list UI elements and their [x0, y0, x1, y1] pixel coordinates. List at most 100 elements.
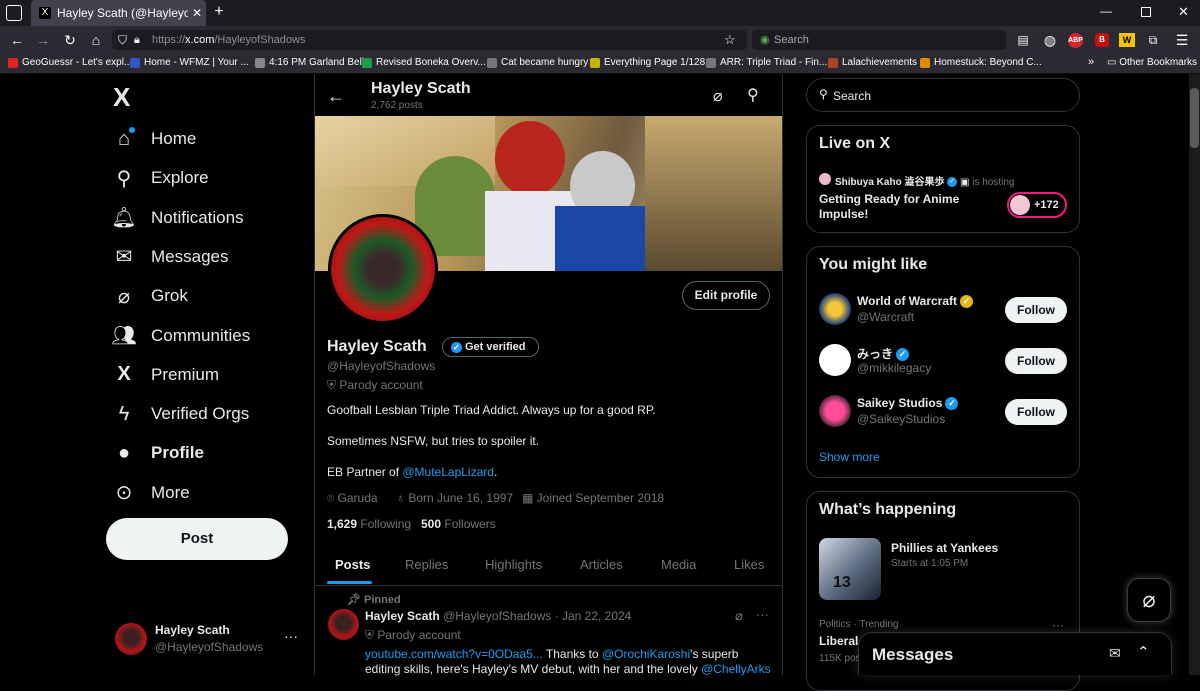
post-grok-icon[interactable]: ⌀ — [735, 608, 743, 624]
post-button[interactable]: Post — [106, 518, 288, 560]
bookmark-item[interactable]: 4:16 PM Garland Bell — [255, 57, 364, 68]
new-message-icon[interactable]: ✉ — [1109, 645, 1121, 662]
mention-link-2[interactable]: @ChellyArks — [701, 662, 771, 676]
search-icon[interactable]: ⚲ — [747, 85, 759, 105]
suggestion-avatar[interactable] — [819, 293, 851, 325]
app-menu-icon[interactable]: ☰ — [1172, 30, 1192, 50]
tab-list-icon[interactable] — [6, 5, 22, 21]
nav-item-grok[interactable]: ⌀ Grok — [110, 276, 188, 316]
bookmark-item[interactable]: ARR: Triple Triad - Fin... — [706, 57, 827, 68]
post-author-name[interactable]: Hayley Scath — [365, 609, 440, 623]
grok-floating-button[interactable]: ⌀ — [1127, 578, 1171, 622]
trend-title[interactable]: Phillies at Yankees — [891, 541, 998, 555]
minimize-window-icon[interactable]: — — [1100, 4, 1112, 18]
mention-link[interactable]: @OrochiKaroshi — [602, 647, 690, 661]
nav-item-communities[interactable]: 👥︎ Communities — [110, 316, 250, 356]
following-link[interactable]: 1,629 Following — [327, 517, 411, 531]
restore-window-icon[interactable] — [1141, 7, 1151, 17]
close-window-icon[interactable]: ✕ — [1178, 4, 1189, 20]
bookmark-item[interactable]: Cat became hungry — [487, 57, 588, 68]
bookmark-item[interactable]: Everything Page 1/128 — [590, 57, 705, 68]
scrollbar-thumb[interactable] — [1190, 88, 1199, 148]
lock-icon[interactable]: 🔒︎ — [134, 30, 140, 50]
bookmark-item[interactable]: GeoGuessr - Let's expl... — [8, 57, 132, 68]
tab-likes[interactable]: Likes — [734, 557, 764, 572]
nav-item-premium[interactable]: X Premium — [110, 355, 219, 395]
nav-item-explore[interactable]: ⚲ Explore — [110, 158, 209, 198]
account-avatar[interactable] — [115, 623, 147, 655]
follow-button[interactable]: Follow — [1005, 297, 1067, 323]
tab-media[interactable]: Media — [661, 557, 696, 572]
back-arrow-icon[interactable]: ← — [7, 30, 27, 50]
other-bookmarks[interactable]: ▭ Other Bookmarks — [1107, 57, 1197, 68]
live-listeners-pill[interactable]: +172 — [1007, 192, 1067, 218]
x-logo-icon[interactable]: X — [113, 82, 130, 113]
profile-avatar[interactable] — [328, 214, 438, 324]
bell-icon: 🔔︎ — [111, 207, 137, 230]
follow-button[interactable]: Follow — [1005, 348, 1067, 374]
extensions-puzzle-icon[interactable]: ⧉ — [1143, 30, 1163, 50]
nav-item-verified-orgs[interactable]: ϟ Verified Orgs — [110, 394, 250, 434]
url-bar[interactable]: ⛉ 🔒︎ https://x.com/HayleyofShadows ☆ — [112, 30, 747, 50]
verified-badge-icon: ✓ — [896, 348, 910, 362]
extension-w-icon[interactable]: W — [1119, 33, 1135, 47]
back-arrow-icon[interactable]: ← — [327, 86, 345, 107]
bookmark-item[interactable]: Homestuck: Beyond C... — [920, 57, 1042, 68]
show-more-link[interactable]: Show more — [819, 450, 880, 464]
reload-icon[interactable]: ↻ — [60, 30, 80, 50]
trend-image[interactable]: 13 — [819, 538, 881, 600]
bookmark-star-icon[interactable]: ☆ — [724, 30, 736, 50]
search-input[interactable]: ⚲ Search — [806, 78, 1080, 112]
follow-button[interactable]: Follow — [1005, 399, 1067, 425]
live-host-avatar[interactable] — [819, 173, 831, 185]
close-tab-icon[interactable]: ✕ — [188, 6, 206, 20]
partner-mention-link[interactable]: @MuteLapLizard — [402, 465, 494, 479]
extension-b-icon[interactable]: B — [1095, 33, 1109, 47]
home-button-icon[interactable]: ⌂ — [86, 30, 106, 50]
forward-arrow-icon[interactable]: → — [33, 30, 53, 50]
page-scrollbar[interactable] — [1189, 74, 1200, 675]
suggestion-name[interactable]: World of Warcraft ✓ — [857, 294, 974, 309]
nav-item-notifications[interactable]: 🔔︎ Notifications — [110, 198, 243, 238]
grok-icon[interactable]: ⌀ — [713, 86, 723, 106]
reader-view-icon[interactable]: ▤ — [1013, 30, 1033, 50]
youtube-link[interactable]: youtube.com/watch?v=0ODaa5... — [365, 647, 543, 661]
more-bookmarks-chevron-icon[interactable]: » — [1088, 56, 1094, 68]
new-tab-button[interactable]: + — [210, 3, 228, 21]
adblock-extension-icon[interactable]: ABP — [1068, 33, 1083, 48]
browser-search-input[interactable]: ◉ Search — [752, 30, 1006, 50]
post-more-icon[interactable]: ··· — [756, 607, 769, 622]
might-like-title: You might like — [819, 256, 928, 273]
nav-item-more[interactable]: ⊙ More — [110, 473, 190, 513]
tab-replies[interactable]: Replies — [405, 557, 448, 572]
suggestion-avatar[interactable] — [819, 395, 851, 427]
tab-articles[interactable]: Articles — [580, 557, 623, 572]
bookmark-item[interactable]: Revised Boneka Overv... — [362, 57, 486, 68]
nav-item-home[interactable]: ⌂ Home — [110, 119, 196, 159]
nav-item-profile[interactable]: ● Profile — [110, 433, 204, 473]
suggestion-avatar[interactable] — [819, 344, 851, 376]
spaces-icon: ▣ — [960, 177, 970, 188]
nav-item-messages[interactable]: ✉ Messages — [110, 237, 229, 277]
tab-posts[interactable]: Posts — [335, 557, 370, 572]
account-menu-icon[interactable]: ··· — [284, 628, 298, 644]
messages-drawer[interactable]: Messages ✉ ⌃ — [858, 632, 1172, 675]
verified-badge-icon: ✓ — [451, 341, 462, 353]
expand-chevron-icon[interactable]: ⌃ — [1137, 643, 1150, 661]
shield-icon[interactable]: ⛉ — [118, 30, 127, 50]
suggestion-name[interactable]: Saikey Studios ✓ — [857, 396, 959, 411]
bookmark-item[interactable]: Home - WFMZ | Your ... — [130, 57, 249, 68]
trend2-title[interactable]: Liberal — [819, 634, 858, 648]
tab-highlights[interactable]: Highlights — [485, 557, 542, 572]
suggestion-name[interactable]: みっき ✓ — [857, 345, 910, 362]
trend2-more-icon[interactable]: ··· — [1052, 618, 1064, 632]
bookmark-item[interactable]: Lalachievements — [828, 57, 917, 68]
x-favicon-icon: X — [39, 7, 51, 19]
account-icon[interactable]: ◍ — [1040, 30, 1060, 50]
live-event-title[interactable]: Getting Ready for Anime Impulse! — [819, 192, 989, 222]
followers-link[interactable]: 500 Followers — [421, 517, 496, 531]
browser-tab[interactable]: X Hayley Scath (@HayleyofShadows ✕ — [31, 0, 206, 26]
edit-profile-button[interactable]: Edit profile — [682, 281, 770, 310]
get-verified-button[interactable]: ✓ Get verified — [442, 337, 539, 357]
post-author-avatar[interactable] — [328, 609, 359, 640]
